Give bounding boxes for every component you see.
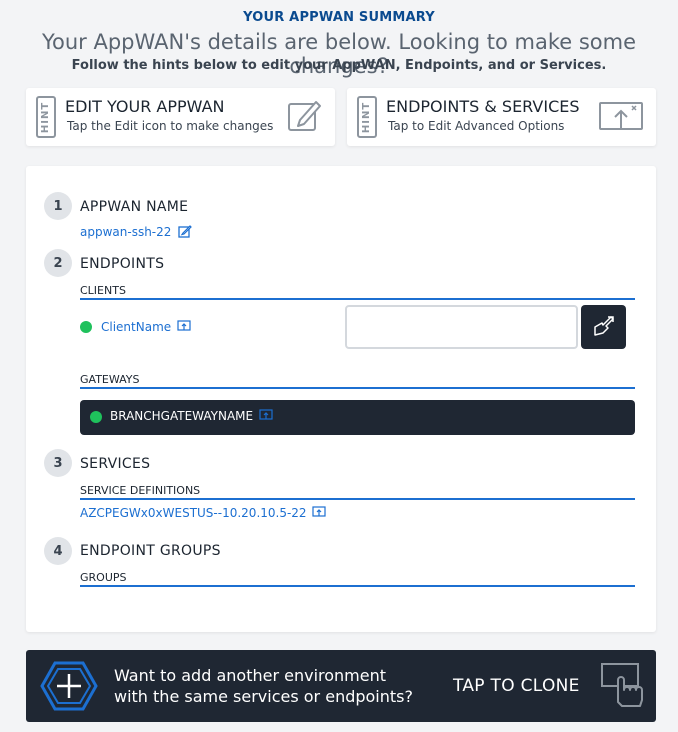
service-definitions-label: SERVICE DEFINITIONS xyxy=(80,484,635,500)
status-online-indicator xyxy=(90,411,102,423)
status-online-indicator xyxy=(80,321,92,333)
groups-label: GROUPS xyxy=(80,571,635,587)
step-number: 4 xyxy=(44,537,72,565)
summary-panel: 1 APPWAN NAME appwan-ssh-22 2 ENDPOINTS … xyxy=(26,166,656,632)
open-window-icon xyxy=(599,102,643,130)
page-hint-text: Follow the hints below to edit your AppW… xyxy=(71,58,607,73)
hand-pointer-icon xyxy=(593,315,614,336)
hint-card-endpoints-services: HINT ENDPOINTS & SERVICES Tap to Edit Ad… xyxy=(347,88,656,146)
step-number: 2 xyxy=(44,249,72,277)
clients-label: CLIENTS xyxy=(80,284,635,300)
appwan-name-link[interactable]: appwan-ssh-22 xyxy=(80,224,193,239)
hint-card-edit-appwan: HINT EDIT YOUR APPWAN Tap the Edit icon … xyxy=(26,88,335,146)
gateways-label: GATEWAYS xyxy=(80,373,635,389)
open-window-icon[interactable] xyxy=(259,409,273,421)
step-number: 3 xyxy=(44,449,72,477)
edit-icon xyxy=(288,101,321,131)
clone-prompt-text: Want to add another environment with the… xyxy=(114,666,413,706)
step-number: 1 xyxy=(44,192,72,220)
tap-hand-icon xyxy=(601,663,643,707)
gateway-item[interactable]: BRANCHGATEWAYNAME xyxy=(80,400,635,435)
client-link[interactable]: ClientName xyxy=(101,320,191,334)
page-title: YOUR APPWAN SUMMARY xyxy=(243,10,435,25)
hint-text: Tap the Edit icon to make changes xyxy=(67,119,274,133)
service-link[interactable]: AZCPEGWx0xWESTUS--10.20.10.5-22 xyxy=(80,506,327,520)
endpoints-heading: ENDPOINTS xyxy=(80,256,165,272)
hint-text: Tap to Edit Advanced Options xyxy=(388,119,565,133)
gateway-name[interactable]: BRANCHGATEWAYNAME xyxy=(110,409,273,423)
endpoint-groups-heading: ENDPOINT GROUPS xyxy=(80,543,221,559)
services-heading: SERVICES xyxy=(80,456,151,472)
add-hexagon-icon xyxy=(40,661,98,711)
edit-icon[interactable] xyxy=(178,224,193,238)
hint-title: ENDPOINTS & SERVICES xyxy=(386,97,580,116)
hint-title: EDIT YOUR APPWAN xyxy=(65,97,225,116)
client-add-button[interactable] xyxy=(581,305,626,349)
open-window-icon[interactable] xyxy=(177,320,191,332)
hint-badge: HINT xyxy=(357,96,377,138)
clone-button[interactable]: TAP TO CLONE xyxy=(453,676,580,696)
client-search-input[interactable] xyxy=(345,305,578,349)
appwan-name-heading: APPWAN NAME xyxy=(80,199,189,215)
open-window-icon[interactable] xyxy=(312,506,327,518)
clone-banner[interactable]: Want to add another environment with the… xyxy=(26,650,656,722)
hint-badge: HINT xyxy=(36,96,56,138)
